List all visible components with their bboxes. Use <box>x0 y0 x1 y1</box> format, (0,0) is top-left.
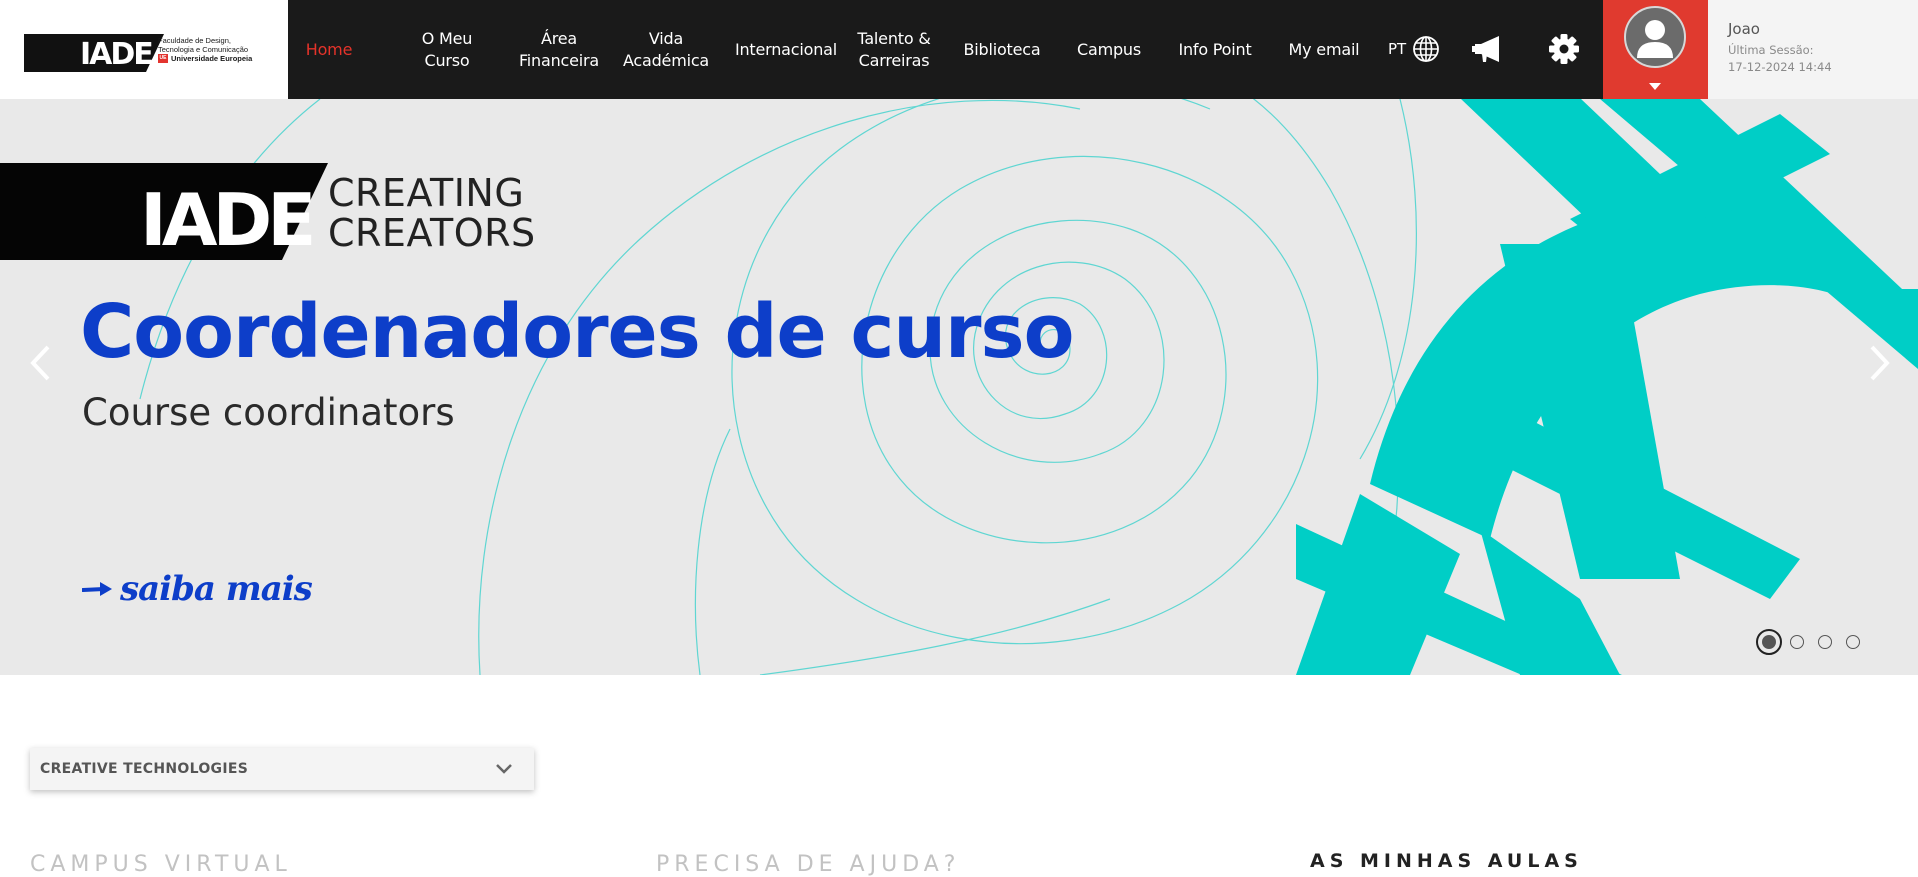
nav-area-financeira[interactable]: Área Financeira <box>514 0 604 99</box>
iade-logo-mark: IADE <box>24 34 164 72</box>
nav-home[interactable]: Home <box>304 0 354 99</box>
carousel-dot-1[interactable] <box>1756 629 1782 655</box>
svg-text:IADE: IADE <box>80 37 152 72</box>
carousel-prev-button[interactable] <box>22 335 58 391</box>
hero-subtitle: Course coordinators <box>82 391 455 434</box>
language-selector[interactable]: PT <box>1388 33 1440 65</box>
user-menu-button[interactable] <box>1603 0 1708 99</box>
ue-badge-icon: UE <box>158 54 168 63</box>
carousel-dot-2[interactable] <box>1790 635 1804 649</box>
course-dropdown[interactable]: CREATIVE TECHNOLOGIES <box>30 748 534 790</box>
hero-tagline: CREATING CREATORS <box>328 171 536 255</box>
nav-biblioteca[interactable]: Biblioteca <box>954 0 1050 99</box>
hero-title: Coordenadores de curso <box>80 289 1074 375</box>
nav-my-email[interactable]: My email <box>1276 0 1372 99</box>
globe-icon <box>1413 36 1440 62</box>
carousel-next-button[interactable] <box>1862 335 1898 391</box>
nav-internacional[interactable]: Internacional <box>726 0 846 99</box>
avatar <box>1624 6 1686 68</box>
svg-text:IADE: IADE <box>140 178 311 260</box>
chevron-down-icon <box>496 764 512 774</box>
saiba-mais-link[interactable]: saiba mais <box>82 569 313 609</box>
logo-caption: Faculdade de Design, Tecnologia e Comuni… <box>158 36 286 63</box>
carousel-dot-4[interactable] <box>1846 635 1860 649</box>
precisa-ajuda-heading: PRECISA DE AJUDA? <box>656 852 961 877</box>
chevron-right-icon <box>1870 345 1890 381</box>
campus-virtual-heading: CAMPUS VIRTUAL <box>30 852 292 877</box>
settings-button[interactable] <box>1546 31 1582 67</box>
minhas-aulas-heading: AS MINHAS AULAS <box>1310 850 1583 872</box>
chevron-left-icon <box>30 345 50 381</box>
hero-iade-banner: IADE <box>0 163 328 260</box>
ue-caption: UE Universidade Europeia <box>158 54 253 63</box>
user-name: Joao <box>1728 20 1760 38</box>
carousel-dot-3[interactable] <box>1818 635 1832 649</box>
user-silhouette-icon <box>1637 20 1673 58</box>
user-info-panel: Joao Última Sessão: 17-12-2024 14:44 <box>1708 0 1918 99</box>
nav-vida-academica[interactable]: Vida Académica <box>620 0 712 99</box>
arrow-right-icon <box>82 582 112 596</box>
last-session-value: 17-12-2024 14:44 <box>1728 60 1832 74</box>
carousel-indicators <box>1756 629 1860 655</box>
course-dropdown-value: CREATIVE TECHNOLOGIES <box>40 761 249 777</box>
announcements-button[interactable] <box>1470 31 1506 67</box>
language-code: PT <box>1388 40 1407 58</box>
nav-info-point[interactable]: Info Point <box>1168 0 1262 99</box>
last-session-label: Última Sessão: <box>1728 43 1814 57</box>
gear-icon <box>1549 34 1579 64</box>
nav-talento-carreiras[interactable]: Talento & Carreiras <box>846 0 942 99</box>
chevron-down-icon <box>1649 83 1661 90</box>
nav-o-meu-curso[interactable]: O Meu Curso <box>410 0 484 99</box>
top-navigation-bar: IADE Faculdade de Design, Tecnologia e C… <box>0 0 1918 99</box>
iade-teal-lettering <box>1296 99 1918 675</box>
nav-campus[interactable]: Campus <box>1066 0 1152 99</box>
megaphone-icon <box>1472 36 1499 62</box>
hero-carousel: IADE CREATING CREATORS Coordenadores de … <box>0 99 1918 675</box>
site-logo[interactable]: IADE Faculdade de Design, Tecnologia e C… <box>0 0 288 99</box>
